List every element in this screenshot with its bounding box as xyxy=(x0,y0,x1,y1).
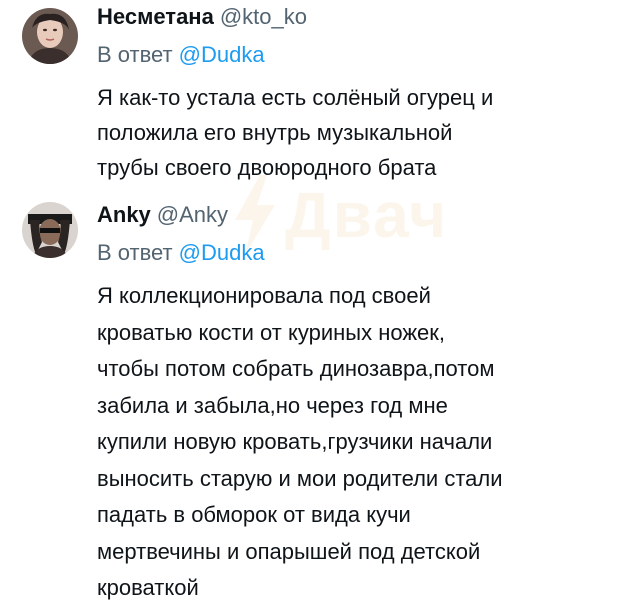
reply-mention-link[interactable]: @Dudka xyxy=(179,42,265,67)
tweet-header: Несметана @kto_ko xyxy=(97,4,307,30)
reply-context: В ответ @Dudka xyxy=(97,240,265,266)
tweet-text: Я как-то устала есть солёный огурец и по… xyxy=(97,85,494,180)
user-handle[interactable]: @kto_ko xyxy=(220,4,307,29)
reply-tweet[interactable]: Anky @Anky В ответ @Dudka Я коллекциониров… xyxy=(0,190,640,605)
reply-prefix: В ответ xyxy=(97,42,173,67)
tweet-header: Anky @Anky xyxy=(97,202,228,228)
reply-tweet[interactable]: Несметана @kto_ko В ответ @Dudka Я как-то … xyxy=(0,0,640,190)
user-handle[interactable]: @Anky xyxy=(157,202,228,227)
display-name[interactable]: Несметана xyxy=(97,4,214,29)
avatar[interactable] xyxy=(22,8,78,64)
reply-mention-link[interactable]: @Dudka xyxy=(179,240,265,265)
reply-prefix: В ответ xyxy=(97,240,173,265)
avatar[interactable] xyxy=(22,202,78,258)
tweet-text: Я коллекционировала под своей кроватью к… xyxy=(97,283,503,600)
reply-context: В ответ @Dudka xyxy=(97,42,265,68)
display-name[interactable]: Anky xyxy=(97,202,151,227)
